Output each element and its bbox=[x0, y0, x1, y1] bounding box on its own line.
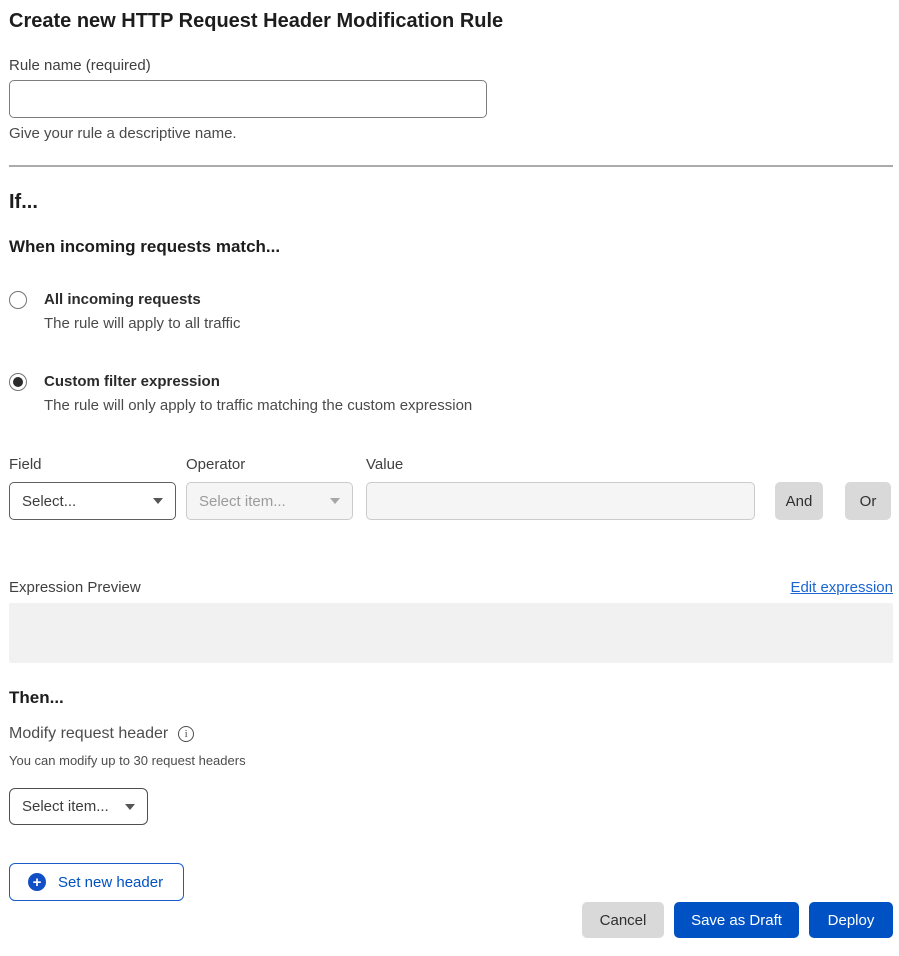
expression-preview-header: Expression Preview Edit expression bbox=[9, 578, 893, 598]
header-item-select[interactable]: Select item... bbox=[9, 788, 148, 825]
create-rule-page: Create new HTTP Request Header Modificat… bbox=[0, 0, 899, 956]
value-input[interactable] bbox=[366, 482, 755, 520]
chevron-down-icon bbox=[153, 498, 163, 504]
field-select[interactable]: Select... bbox=[9, 482, 176, 520]
set-new-header-button[interactable]: + Set new header bbox=[9, 863, 184, 901]
expression-builder-labels: Field Operator Value bbox=[9, 455, 893, 475]
field-label: Field bbox=[9, 455, 186, 475]
and-button[interactable]: And bbox=[775, 482, 823, 520]
expression-builder-row: Select... Select item... And Or bbox=[9, 482, 893, 520]
radio-label: All incoming requests bbox=[44, 290, 240, 310]
radio-button-unselected[interactable] bbox=[9, 291, 27, 309]
rule-name-helper: Give your rule a descriptive name. bbox=[9, 124, 893, 144]
expression-preview-box bbox=[9, 603, 893, 663]
radio-description: The rule will only apply to traffic matc… bbox=[44, 396, 472, 416]
plus-circle-icon: + bbox=[28, 873, 46, 891]
expression-preview-label: Expression Preview bbox=[9, 578, 141, 598]
chevron-down-icon bbox=[125, 804, 135, 810]
value-label: Value bbox=[366, 455, 403, 475]
modify-request-header-label: Modify request header bbox=[9, 723, 168, 744]
save-as-draft-button[interactable]: Save as Draft bbox=[674, 902, 799, 938]
radio-label: Custom filter expression bbox=[44, 372, 472, 392]
radio-description: The rule will apply to all traffic bbox=[44, 314, 240, 334]
modify-header-row: Modify request header i bbox=[9, 723, 893, 744]
radio-option-custom-expression[interactable]: Custom filter expression The rule will o… bbox=[9, 372, 893, 416]
chevron-down-icon bbox=[330, 498, 340, 504]
set-new-header-label: Set new header bbox=[58, 874, 163, 891]
field-select-value: Select... bbox=[22, 493, 76, 510]
cancel-button[interactable]: Cancel bbox=[582, 902, 664, 938]
match-subheading: When incoming requests match... bbox=[9, 236, 893, 258]
modify-header-helper: You can modify up to 30 request headers bbox=[9, 752, 893, 769]
radio-button-selected[interactable] bbox=[9, 373, 27, 391]
if-heading: If... bbox=[9, 189, 893, 216]
then-heading: Then... bbox=[9, 687, 893, 709]
operator-select-value: Select item... bbox=[199, 493, 286, 510]
section-divider bbox=[9, 165, 893, 167]
rule-name-input[interactable] bbox=[9, 80, 487, 118]
deploy-button[interactable]: Deploy bbox=[809, 902, 893, 938]
header-item-select-value: Select item... bbox=[22, 798, 109, 815]
radio-option-all-requests[interactable]: All incoming requests The rule will appl… bbox=[9, 290, 893, 334]
info-icon[interactable]: i bbox=[178, 726, 194, 742]
edit-expression-link[interactable]: Edit expression bbox=[790, 578, 893, 598]
operator-label: Operator bbox=[186, 455, 366, 475]
page-title: Create new HTTP Request Header Modificat… bbox=[9, 8, 893, 34]
footer-actions: Cancel Save as Draft Deploy bbox=[9, 902, 893, 938]
or-button[interactable]: Or bbox=[845, 482, 891, 520]
rule-name-label: Rule name (required) bbox=[9, 56, 893, 76]
operator-select[interactable]: Select item... bbox=[186, 482, 353, 520]
